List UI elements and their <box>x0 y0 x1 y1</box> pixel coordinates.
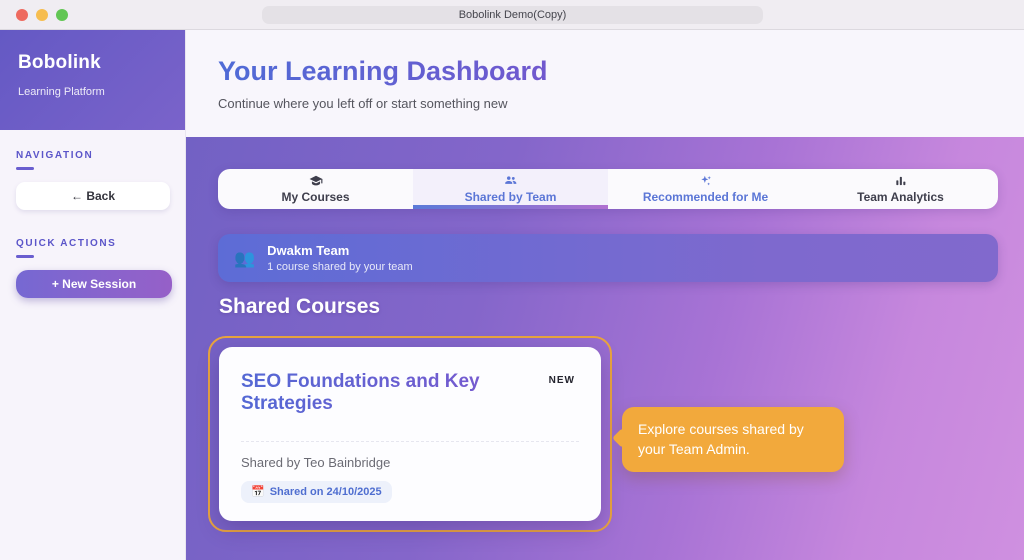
team-banner[interactable]: 👥 Dwakm Team 1 course shared by your tea… <box>218 234 998 282</box>
team-course-count: 1 course shared by your team <box>267 261 413 273</box>
people-icon <box>503 174 518 188</box>
team-banner-text: Dwakm Team 1 course shared by your team <box>267 243 413 273</box>
brand-tagline: Learning Platform <box>18 86 105 98</box>
titlebar: Bobolink Demo(Copy) <box>0 0 1024 30</box>
tab-recommended-for-me[interactable]: Recommended for Me <box>608 169 803 209</box>
tab-my-courses[interactable]: My Courses <box>218 169 413 209</box>
sidebar: Bobolink Learning Platform NAVIGATION ← … <box>0 30 186 560</box>
app-window: Bobolink Demo(Copy) Bobolink Learning Pl… <box>0 0 1024 560</box>
tabbar: My Courses Shared by Team Recommended fo… <box>218 169 998 209</box>
page-header: Your Learning Dashboard Continue where y… <box>186 30 1024 137</box>
navigation-underline <box>16 167 34 170</box>
shared-date-badge: 📅 Shared on 24/10/2025 <box>241 481 392 503</box>
tooltip-text: Explore courses shared by your Team Admi… <box>638 421 804 458</box>
shared-courses-heading: Shared Courses <box>219 295 381 318</box>
navigation-section-label: NAVIGATION <box>16 150 94 161</box>
sidebar-body: NAVIGATION ← Back QUICK ACTIONS + New Se… <box>0 130 185 318</box>
team-people-icon: 👥 <box>234 248 256 268</box>
bar-chart-icon <box>894 174 908 188</box>
course-card[interactable]: SEO Foundations and Key Strategies NEW S… <box>219 347 601 521</box>
dashboard-content: My Courses Shared by Team Recommended fo… <box>186 137 1024 560</box>
course-card-header: SEO Foundations and Key Strategies NEW <box>241 371 579 415</box>
page-subtitle: Continue where you left off or start som… <box>218 96 508 111</box>
sparkles-icon <box>699 174 713 188</box>
main-area: Your Learning Dashboard Continue where y… <box>186 30 1024 560</box>
page-title: Your Learning Dashboard <box>218 56 548 86</box>
traffic-lights <box>16 8 68 21</box>
card-divider <box>241 441 579 442</box>
window-title: Bobolink Demo(Copy) <box>458 9 567 21</box>
tab-label: My Courses <box>281 190 350 204</box>
quick-actions-underline <box>16 255 34 258</box>
back-button[interactable]: ← Back <box>16 182 170 210</box>
course-title: SEO Foundations and Key Strategies <box>241 371 539 415</box>
team-name: Dwakm Team <box>267 243 350 258</box>
sidebar-brand: Bobolink Learning Platform <box>0 30 185 130</box>
tab-label: Team Analytics <box>857 190 944 204</box>
tab-label: Shared by Team <box>464 190 557 204</box>
window-title-tab[interactable]: Bobolink Demo(Copy) <box>262 6 763 24</box>
highlight-outline: SEO Foundations and Key Strategies NEW S… <box>208 336 612 532</box>
shared-by-text: Shared by Teo Bainbridge <box>241 455 391 470</box>
graduation-cap-icon <box>309 174 323 188</box>
coach-tooltip: Explore courses shared by your Team Admi… <box>622 407 844 472</box>
brand-name: Bobolink <box>18 52 101 73</box>
shared-date-text: Shared on 24/10/2025 <box>269 486 382 498</box>
calendar-icon: 📅 <box>251 485 265 498</box>
quick-actions-section-label: QUICK ACTIONS <box>16 238 117 249</box>
close-button[interactable] <box>16 8 28 21</box>
new-badge: NEW <box>548 375 575 386</box>
tab-team-analytics[interactable]: Team Analytics <box>803 169 998 209</box>
tab-shared-by-team[interactable]: Shared by Team <box>413 169 608 209</box>
tab-label: Recommended for Me <box>642 190 769 204</box>
zoom-button[interactable] <box>56 8 68 21</box>
minimize-button[interactable] <box>36 8 48 21</box>
new-session-button[interactable]: + New Session <box>16 270 172 298</box>
